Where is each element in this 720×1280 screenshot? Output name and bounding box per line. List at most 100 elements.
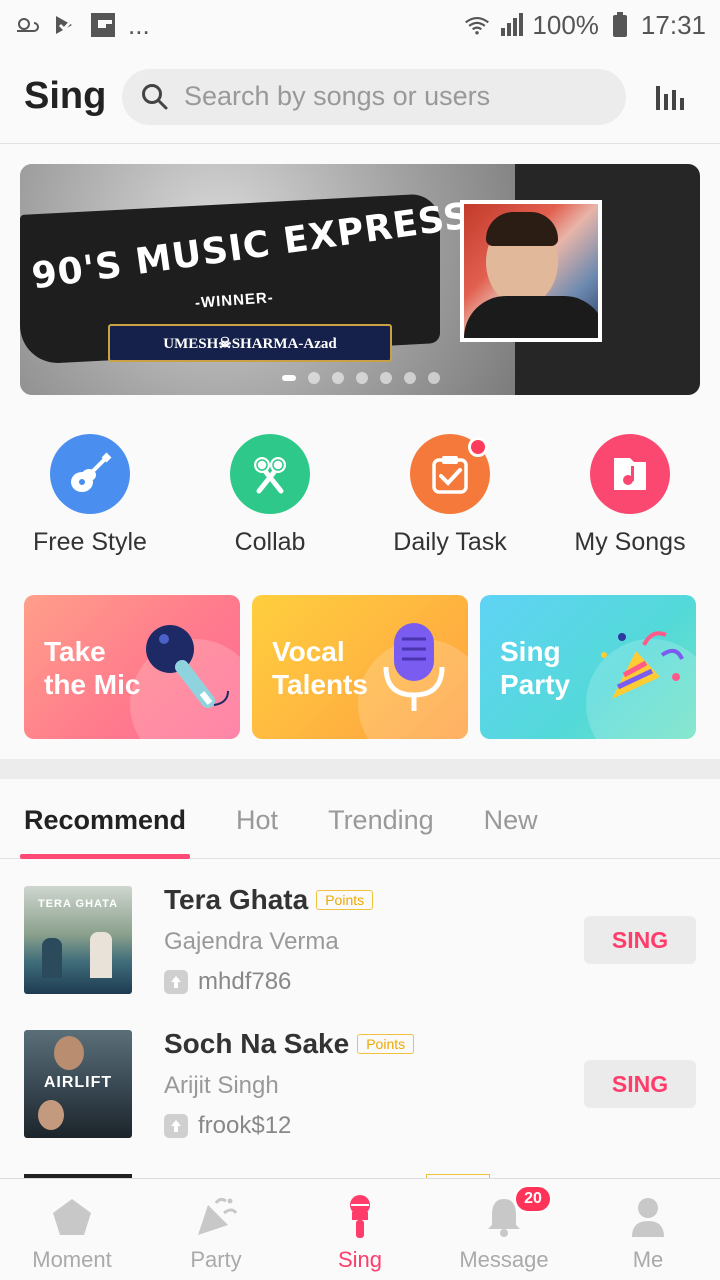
quick-action-label: Free Style — [33, 528, 147, 556]
carousel-dot[interactable] — [428, 372, 440, 384]
nav-party[interactable]: Party — [144, 1179, 288, 1280]
tab-trending[interactable]: Trending — [328, 779, 434, 859]
daily-task-button[interactable]: Daily Task — [360, 434, 540, 564]
cover-figure — [38, 1100, 64, 1130]
uploader-name: mhdf786 — [198, 968, 292, 995]
song-list: TERA GHATA Tera Ghata Points Gajendra Ve… — [0, 860, 720, 1178]
winner-hair — [486, 212, 558, 246]
winner-photo — [460, 200, 602, 342]
status-bar: ... 100% 17:31 — [0, 0, 720, 50]
vocal-talents-card[interactable]: Vocal Talents — [252, 595, 468, 739]
microphone-icon — [336, 1193, 384, 1241]
bar-chart-icon — [656, 85, 684, 110]
app-header: Sing — [0, 50, 720, 144]
song-uploader-row: frook$12 — [164, 1112, 291, 1140]
battery-icon — [607, 12, 633, 38]
carousel-dot[interactable] — [404, 372, 416, 384]
nav-me[interactable]: Me — [576, 1179, 720, 1280]
ranking-button[interactable] — [652, 80, 686, 114]
song-title: Soch Na Sake — [164, 1028, 350, 1059]
cover-figure — [42, 938, 62, 978]
nav-label: Message — [459, 1247, 549, 1272]
studio-mic-icon — [383, 623, 445, 711]
nav-message[interactable]: 20 Message — [432, 1179, 576, 1280]
sing-button[interactable]: SING — [584, 1060, 696, 1108]
carousel-dot[interactable] — [356, 372, 368, 384]
section-divider — [0, 759, 720, 779]
song-artist: Arijit Singh — [164, 1072, 279, 1099]
flipboard-icon — [90, 12, 116, 38]
tab-new[interactable]: New — [484, 779, 538, 859]
status-overflow: ... — [128, 9, 150, 40]
weather-icon — [14, 12, 40, 38]
carousel-indicator — [282, 372, 440, 384]
quick-action-label: Collab — [234, 528, 306, 556]
bottom-nav: Moment Party Sing 20 Message Me — [0, 1178, 720, 1280]
uploader-name: frook$12 — [198, 1112, 292, 1139]
notification-dot — [468, 437, 488, 457]
carousel-dot[interactable] — [308, 372, 320, 384]
nav-sing[interactable]: Sing — [288, 1179, 432, 1280]
music-folder-icon — [590, 434, 670, 514]
party-popper-icon — [601, 631, 684, 699]
take-the-mic-card[interactable]: Take the Mic — [24, 595, 240, 739]
search-bar[interactable] — [122, 68, 626, 125]
song-title-row: Tera Ghata Points — [164, 884, 374, 916]
status-bar-left: ... — [14, 10, 150, 41]
clock: 17:31 — [640, 9, 706, 40]
song-title: Tera Ghata — [164, 884, 309, 915]
message-count-badge: 20 — [514, 1185, 552, 1213]
wifi-icon — [464, 12, 490, 38]
nav-label: Sing — [337, 1247, 383, 1272]
tab-hot[interactable]: Hot — [236, 779, 278, 859]
song-artist: Gajendra Verma — [164, 928, 339, 955]
my-songs-button[interactable]: My Songs — [540, 434, 720, 564]
handheld-mic-icon — [146, 625, 229, 708]
card-label-line1: Vocal — [272, 636, 345, 667]
sing-button[interactable]: SING — [584, 916, 696, 964]
microphones-icon — [230, 434, 310, 514]
card-label-line2: Party — [500, 669, 571, 700]
carousel-dot[interactable] — [282, 375, 296, 381]
tab-recommend[interactable]: Recommend — [19, 779, 191, 859]
cover-figure — [54, 1036, 84, 1070]
album-cover: TERA GHATA — [24, 886, 132, 994]
quick-actions: Free Style Collab Daily Task My Songs — [0, 434, 720, 564]
cover-title: AIRLIFT — [43, 1074, 113, 1091]
search-icon — [140, 82, 170, 112]
upload-icon — [164, 970, 188, 994]
promo-banner[interactable]: 90'S MUSIC EXPRESS -WINNER- UMESH☠SHARMA… — [20, 164, 700, 395]
list-item[interactable]: TERA GHATA Tera Ghata Points Gajendra Ve… — [0, 860, 720, 1004]
list-item[interactable]: AIRLIFT Soch Na Sake Points Arijit Singh… — [0, 1004, 720, 1148]
party-popper-icon — [192, 1193, 240, 1241]
check-icon — [52, 12, 78, 38]
sing-party-card[interactable]: Sing Party — [480, 595, 696, 739]
points-badge: Points — [316, 890, 374, 910]
quick-action-label: Daily Task — [393, 528, 507, 556]
banner-winner-name: UMESH☠SHARMA-Azad — [108, 324, 392, 362]
card-label-line2: Talents — [272, 669, 368, 700]
pentagon-icon — [48, 1193, 96, 1241]
nav-label: Moment — [32, 1247, 112, 1272]
card-label-line1: Sing — [500, 636, 561, 667]
person-icon — [624, 1193, 672, 1241]
nav-moment[interactable]: Moment — [0, 1179, 144, 1280]
nav-label: Me — [632, 1247, 664, 1272]
search-input[interactable] — [184, 81, 604, 112]
status-bar-right: 100% 17:31 — [464, 10, 706, 41]
free-style-button[interactable]: Free Style — [0, 434, 180, 564]
cover-figure — [90, 932, 112, 978]
quick-action-label: My Songs — [574, 528, 686, 556]
carousel-dot[interactable] — [380, 372, 392, 384]
clipboard-check-icon — [410, 434, 490, 514]
cover-title: TERA GHATA — [37, 898, 119, 910]
song-title-row: Soch Na Sake Points — [164, 1028, 415, 1060]
carousel-dot[interactable] — [332, 372, 344, 384]
card-label-line2: the Mic — [44, 669, 141, 700]
points-badge: Points — [357, 1034, 415, 1054]
song-tabs: Recommend Hot Trending New — [0, 779, 720, 859]
battery-percent: 100% — [532, 9, 599, 40]
winner-shirt — [464, 296, 598, 338]
collab-button[interactable]: Collab — [180, 434, 360, 564]
album-cover: AIRLIFT — [24, 1030, 132, 1138]
